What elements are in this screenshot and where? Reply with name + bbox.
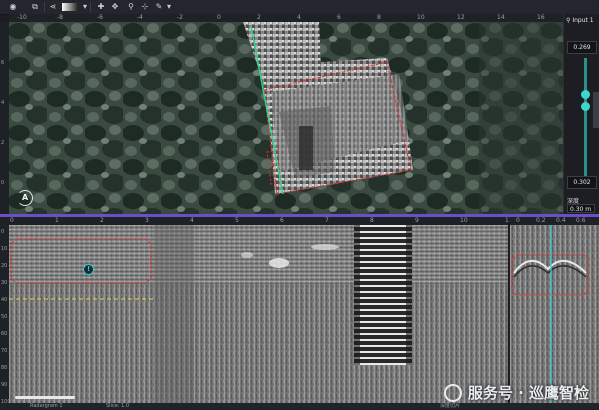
map-ruler-y-label: 0 bbox=[1, 180, 5, 186]
toolbar-divider bbox=[90, 2, 91, 12]
map-ruler-x-label: 12 bbox=[457, 14, 465, 21]
anomaly-mark bbox=[311, 244, 339, 250]
radargram-ruler-x-label: 2 bbox=[100, 217, 104, 224]
right-panel: ⚲ Input 1 0.269 0.302 深度 0.30 m▾ bbox=[563, 14, 599, 222]
depth-select[interactable]: 0.30 m▾ bbox=[567, 204, 595, 222]
range-slider-track[interactable] bbox=[584, 58, 587, 182]
gradient-icon[interactable] bbox=[62, 3, 78, 11]
status-bar: Radargram 1 Slice: 1.0 深度切片 bbox=[0, 403, 599, 410]
map-ruler-y-label: 6 bbox=[1, 60, 5, 66]
radargram-ruler-x-label: 5 bbox=[235, 217, 239, 224]
radargram-ruler-y-label: 50 bbox=[1, 314, 8, 320]
input-label: Input 1 bbox=[572, 17, 594, 24]
map-ruler-x-label: -4 bbox=[137, 14, 143, 21]
range-slider-handle[interactable] bbox=[581, 102, 590, 111]
horizontal-scrollbar[interactable] bbox=[15, 396, 75, 399]
radargram-ruler-y-label: 80 bbox=[1, 365, 8, 371]
map-ruler-x-label: 16 bbox=[537, 14, 545, 21]
radargram-ruler-x-label: 3 bbox=[145, 217, 149, 224]
map-ruler-x-label: 2 bbox=[257, 14, 261, 21]
radargram-canvas bbox=[9, 225, 508, 403]
side-ruler-x-label: 0.2 bbox=[536, 217, 546, 224]
side-ruler-x-label: 0 bbox=[516, 217, 520, 224]
radargram-ruler-x-label: 0 bbox=[10, 217, 14, 224]
toolbar-divider bbox=[44, 2, 45, 12]
top-value-field[interactable]: 0.269 bbox=[567, 41, 597, 54]
side-view-ruler: 0 0.2 0.4 0.6 bbox=[510, 217, 599, 225]
status-right: 深度切片 bbox=[440, 403, 461, 409]
settings-icon[interactable]: ⊹ bbox=[140, 2, 150, 12]
tools-icon[interactable]: ✥ bbox=[110, 2, 120, 12]
chevron-down-icon[interactable]: ▾ bbox=[80, 2, 90, 12]
map-ruler-x-label: 4 bbox=[297, 14, 301, 21]
input-selector[interactable]: ⚲ Input 1 bbox=[566, 16, 598, 25]
map-ruler-y-label: 2 bbox=[1, 140, 5, 146]
radargram-view[interactable]: ! bbox=[9, 225, 508, 403]
compass-label: A bbox=[22, 193, 29, 202]
marker-icon[interactable]: ⚲ bbox=[126, 2, 136, 12]
range-slider-handle[interactable] bbox=[581, 90, 590, 99]
hyperbola-band bbox=[354, 225, 412, 365]
radargram-ruler-y-label: 10 bbox=[1, 246, 8, 252]
map-ruler-x-label: 10 bbox=[417, 14, 425, 21]
share-icon[interactable]: ⋖ bbox=[48, 2, 58, 12]
radargram-ruler-x-label: 6 bbox=[280, 217, 284, 224]
radargram-ruler-y-label: 0 bbox=[1, 229, 5, 235]
radargram-vertical-ruler: 0 10 20 30 40 50 60 70 80 90 100 bbox=[0, 225, 11, 405]
radargram-ruler-x-label: 8 bbox=[370, 217, 374, 224]
map-ruler-x-label: -8 bbox=[57, 14, 63, 21]
map-ruler-y-label: 4 bbox=[1, 100, 5, 106]
watermark-text: 服务号 · 巡鹰智检 bbox=[467, 384, 589, 402]
map-ruler-x-label: 0 bbox=[217, 14, 221, 21]
status-left: Radargram 1 bbox=[30, 403, 63, 409]
cursor-icon[interactable]: ✚ bbox=[96, 2, 106, 12]
annotation-marker-label: ! bbox=[87, 265, 91, 273]
radargram-ruler-y-label: 30 bbox=[1, 280, 8, 286]
depth-value: 0.30 m bbox=[570, 206, 592, 213]
radargram-ruler-y-label: 40 bbox=[1, 297, 8, 303]
chevron-down-icon[interactable]: ▾ bbox=[164, 2, 174, 12]
anomaly-mark bbox=[241, 252, 253, 258]
map-ruler-x-label: -10 bbox=[17, 14, 27, 21]
side-ruler-x-label: 0.6 bbox=[576, 217, 586, 224]
radargram-ruler-x-label: 9 bbox=[415, 217, 419, 224]
radargram-ruler-y-label: 90 bbox=[1, 382, 8, 388]
map-canvas bbox=[9, 22, 563, 214]
toolbar: ◉ ⧉ ⋖ ▾ ✚ ✥ ⚲ ⊹ ✎ ▾ bbox=[0, 0, 599, 15]
map-ruler-x-label: 6 bbox=[337, 14, 341, 21]
status-mid: Slice: 1.0 bbox=[106, 403, 130, 409]
radargram-ruler-x-label: 4 bbox=[190, 217, 194, 224]
side-view[interactable] bbox=[510, 225, 599, 403]
map-vertical-ruler: 6420-2 bbox=[0, 22, 9, 226]
radargram-ruler-x-label: 7 bbox=[325, 217, 329, 224]
radargram-ruler-x-label: 1 bbox=[55, 217, 59, 224]
anomaly-mark bbox=[269, 258, 289, 268]
pen-icon[interactable]: ✎ bbox=[154, 2, 164, 12]
radargram-ruler-y-label: 20 bbox=[1, 263, 8, 269]
layers-icon[interactable]: ⧉ bbox=[30, 2, 40, 12]
wechat-icon bbox=[443, 383, 462, 402]
watermark: 服务号 · 巡鹰智检 bbox=[443, 382, 589, 403]
map-ruler-x-label: -2 bbox=[177, 14, 183, 21]
map-ruler-x-label: 14 bbox=[497, 14, 505, 21]
bottom-value-field[interactable]: 0.302 bbox=[567, 176, 597, 189]
input-icon: ⚲ bbox=[566, 17, 571, 24]
eye-icon[interactable]: ◉ bbox=[8, 2, 18, 12]
map-horizontal-ruler: -10-8-6-4-2024681012141618 bbox=[9, 14, 585, 22]
scrollbar[interactable] bbox=[593, 92, 599, 128]
radargram-horizontal-ruler: 0 1 2 3 4 5 6 7 8 9 10 11 bbox=[0, 217, 513, 225]
radargram-ruler-x-label: 10 bbox=[460, 217, 468, 224]
map-ruler-x-label: 8 bbox=[377, 14, 381, 21]
side-ruler-x-label: 0.4 bbox=[556, 217, 566, 224]
radargram-ruler-y-label: 60 bbox=[1, 331, 8, 337]
radargram-ruler-y-label: 70 bbox=[1, 348, 8, 354]
map-ruler-x-label: -6 bbox=[97, 14, 103, 21]
side-view-canvas bbox=[510, 225, 599, 403]
map-view[interactable]: A bbox=[9, 22, 563, 214]
